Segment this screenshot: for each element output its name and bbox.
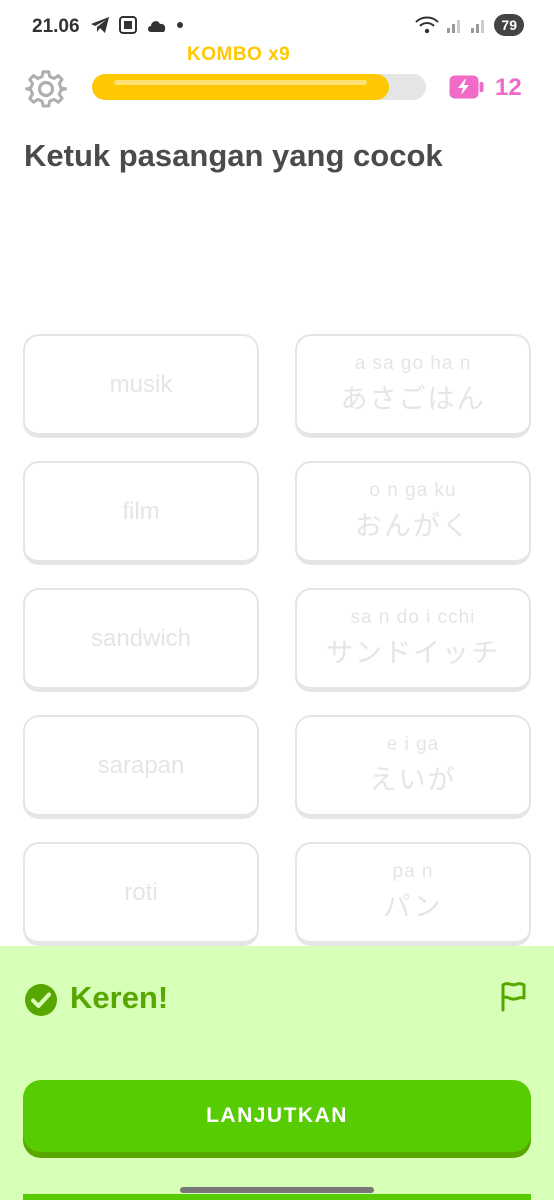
signal-icon (471, 20, 485, 33)
match-tile-right[interactable]: o n ga ku おんがく (295, 461, 531, 565)
tile-reading: sa n do i cchi (350, 607, 476, 628)
status-icons-left (90, 15, 184, 35)
page-title: Ketuk pasangan yang cocok (24, 138, 443, 173)
tile-reading: pa n (392, 861, 434, 882)
tile-kana: えいが (369, 765, 457, 795)
energy-count: 12 (495, 74, 522, 101)
home-indicator[interactable] (180, 1187, 374, 1193)
check-circle-icon (25, 984, 57, 1016)
continue-button-label: LANJUTKAN (206, 1104, 348, 1127)
continue-button[interactable]: LANJUTKAN (23, 1080, 531, 1152)
cloud-icon (148, 21, 166, 32)
tile-kana: あさごはん (340, 384, 486, 414)
wifi-icon (415, 16, 440, 34)
battery-indicator: 79 (494, 14, 524, 36)
status-time: 21.06 (32, 16, 80, 37)
lesson-progress-fill (92, 74, 390, 100)
tile-word: sandwich (90, 624, 192, 652)
match-tile-right[interactable]: pa n パン (295, 842, 531, 946)
match-tile-left[interactable]: sandwich (23, 588, 259, 692)
screenshot-icon (119, 16, 137, 34)
feedback-panel: Keren! LANJUTKAN (0, 946, 554, 1200)
match-tile-left[interactable]: film (23, 461, 259, 565)
match-tile-left[interactable]: roti (23, 842, 259, 946)
tile-reading: e i ga (386, 734, 440, 755)
signal-icon (447, 20, 461, 33)
tile-word: roti (124, 878, 158, 906)
lesson-progress-bar (92, 74, 426, 100)
tile-reading: o n ga ku (369, 480, 457, 501)
report-flag-icon[interactable] (498, 980, 528, 1012)
match-tile-right[interactable]: sa n do i cchi サンドイッチ (295, 588, 531, 692)
tile-word: sarapan (97, 751, 185, 779)
match-tile-left[interactable]: musik (23, 334, 259, 438)
tile-kana: サンドイッチ (326, 638, 500, 668)
gear-icon[interactable] (25, 68, 67, 110)
dot-icon (177, 22, 183, 28)
next-button-edge (23, 1194, 531, 1200)
tile-kana: おんがく (355, 511, 471, 541)
progress-shine (114, 80, 368, 85)
combo-label: KOMBO x9 (187, 44, 291, 65)
feedback-message: Keren! (70, 980, 169, 1015)
match-tile-right[interactable]: a sa go ha n あさごはん (295, 334, 531, 438)
energy-battery-icon[interactable] (448, 74, 484, 100)
tile-kana: パン (383, 892, 443, 922)
tile-word: film (122, 497, 160, 525)
match-tile-left[interactable]: sarapan (23, 715, 259, 819)
status-icons-right: 79 (414, 14, 524, 36)
tile-word: musik (109, 370, 173, 398)
telegram-icon (91, 17, 109, 33)
match-tile-right[interactable]: e i ga えいが (295, 715, 531, 819)
tile-reading: a sa go ha n (354, 353, 472, 374)
